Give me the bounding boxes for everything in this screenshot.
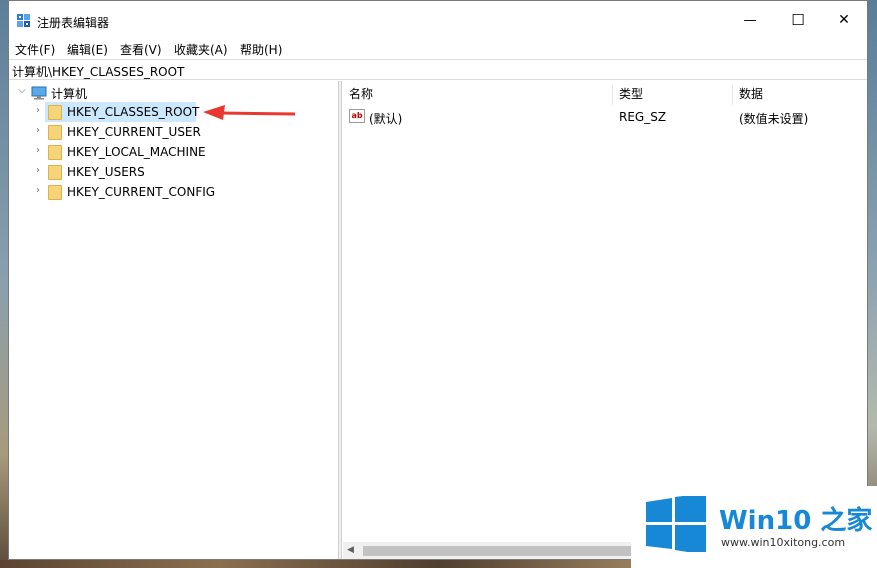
watermark-brand: Win10 之家	[719, 506, 873, 536]
registry-editor-app-icon	[17, 14, 30, 27]
column-header-data-label: 数据	[739, 87, 764, 101]
watermark-url: www.win10xitong.com	[721, 536, 846, 549]
windows-logo-icon	[646, 496, 706, 552]
folder-icon	[48, 125, 62, 140]
tree-item-label[interactable]: HKEY_USERS	[67, 165, 145, 179]
value-data: (数值未设置)	[739, 112, 809, 126]
desktop-background-right	[868, 0, 877, 568]
column-header-data[interactable]: 数据	[733, 85, 867, 105]
watermark-logo: Win10 之家 www.win10xitong.com	[631, 486, 877, 568]
expand-chevron-icon[interactable]: ›	[33, 125, 43, 136]
folder-icon	[48, 185, 62, 200]
menu-help[interactable]: 帮助(H)	[240, 41, 282, 58]
column-header-type-label: 类型	[619, 87, 644, 101]
expand-chevron-icon[interactable]: ›	[33, 105, 43, 116]
menu-favorites[interactable]: 收藏夹(A)	[174, 41, 228, 58]
minimize-icon: —	[743, 12, 757, 28]
menu-bar: 文件(F) 编辑(E) 查看(V) 收藏夹(A) 帮助(H)	[9, 39, 867, 59]
scrollbar-thumb[interactable]	[363, 546, 643, 556]
column-header-name-label: 名称	[349, 87, 374, 101]
folder-icon	[48, 145, 62, 160]
menu-view[interactable]: 查看(V)	[120, 41, 162, 58]
folder-icon	[48, 165, 62, 180]
window-title: 注册表编辑器	[37, 16, 110, 30]
tree-item-label[interactable]: HKEY_CURRENT_USER	[67, 125, 201, 139]
menu-edit[interactable]: 编辑(E)	[67, 41, 108, 58]
address-path: 计算机\HKEY_CLASSES_ROOT	[12, 65, 185, 79]
column-header-type[interactable]: 类型	[613, 85, 733, 105]
value-type: REG_SZ	[619, 110, 667, 124]
string-value-icon: ab	[349, 109, 365, 123]
tree-root-label[interactable]: 计算机	[51, 85, 87, 102]
value-name: (默认)	[369, 112, 403, 126]
close-icon: ✕	[838, 12, 850, 28]
red-arrow-icon	[203, 105, 296, 120]
tree-item-label[interactable]: HKEY_LOCAL_MACHINE	[67, 145, 206, 159]
expand-chevron-icon[interactable]: ›	[33, 165, 43, 176]
maximize-button[interactable]: ☐	[775, 1, 821, 39]
expand-chevron-icon[interactable]: ›	[33, 145, 43, 156]
maximize-icon: ☐	[791, 11, 805, 29]
column-header-name[interactable]: 名称	[343, 85, 613, 105]
menu-file[interactable]: 文件(F)	[15, 41, 55, 58]
close-button[interactable]: ✕	[821, 1, 867, 39]
expand-chevron-icon[interactable]: ›	[33, 185, 43, 196]
tree-item-label[interactable]: HKEY_CLASSES_ROOT	[67, 105, 199, 119]
folder-icon	[48, 105, 62, 120]
tree-root-chevron-down-icon[interactable]: ⌵	[17, 85, 27, 96]
address-bar[interactable]: 计算机\HKEY_CLASSES_ROOT	[9, 59, 867, 80]
desktop-background-left	[0, 0, 8, 568]
tree-item-label[interactable]: HKEY_CURRENT_CONFIG	[67, 185, 215, 199]
registry-editor-window: 注册表编辑器 — ☐ ✕ 文件(F) 编辑(E) 查看(V) 收藏夹(A) 帮助…	[8, 0, 868, 560]
title-bar[interactable]: 注册表编辑器 — ☐ ✕	[9, 1, 867, 39]
pane-splitter[interactable]	[339, 81, 342, 559]
minimize-button[interactable]: —	[727, 1, 773, 39]
scroll-left-arrow-icon[interactable]: ◀	[347, 545, 354, 555]
list-row[interactable]: ab (默认) REG_SZ (数值未设置)	[343, 109, 867, 127]
computer-icon	[31, 86, 47, 100]
